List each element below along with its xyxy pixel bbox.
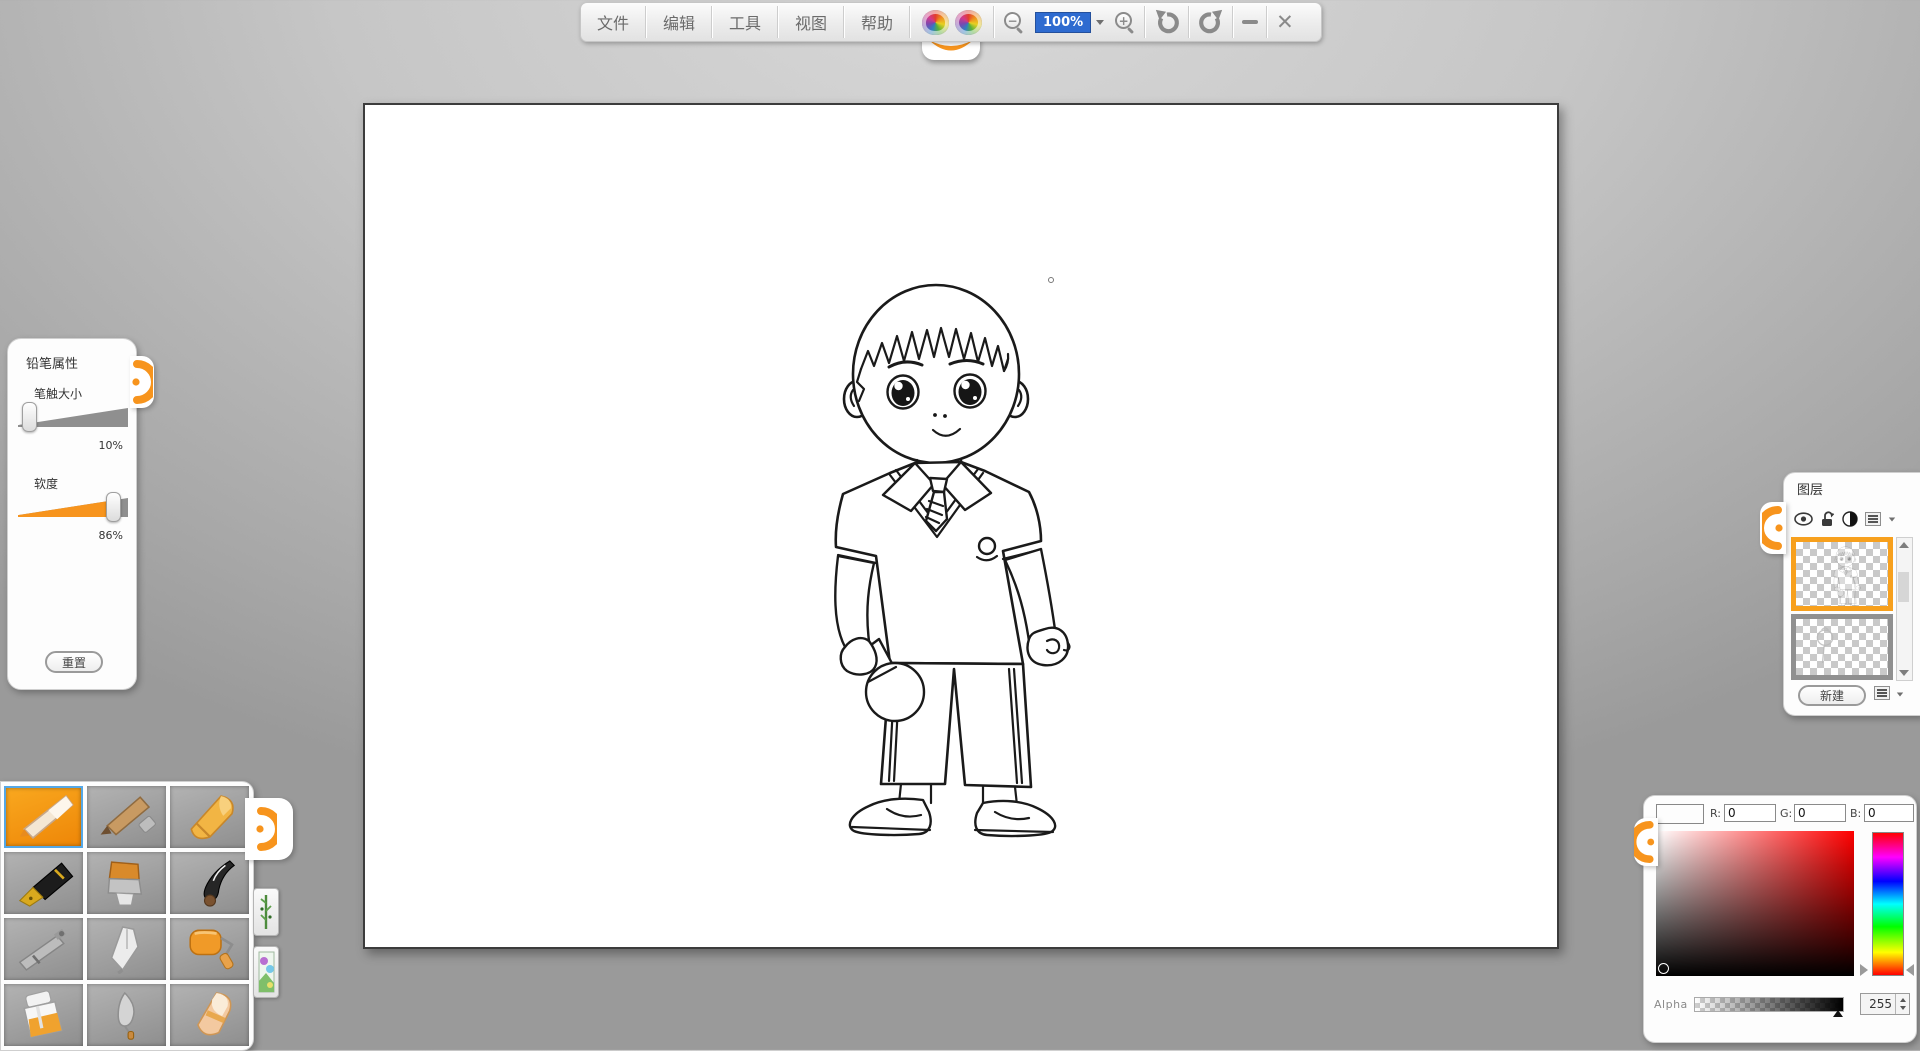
tool-pencil[interactable] bbox=[4, 786, 83, 848]
brush-size-label: 笔触大小 bbox=[34, 385, 82, 402]
layers-panel: 图层 新建 bbox=[1783, 472, 1920, 716]
pencil-properties-panel: 铅笔属性 笔触大小 10% 软度 86% 重置 bbox=[7, 338, 137, 690]
minimize-button[interactable] bbox=[1234, 3, 1266, 41]
undo-icon bbox=[1154, 9, 1180, 35]
picture-stamp-tab[interactable] bbox=[253, 946, 279, 998]
new-layer-button[interactable]: 新建 bbox=[1798, 685, 1866, 706]
layers-panel-handle[interactable] bbox=[1760, 502, 1786, 554]
scrollbar-thumb[interactable] bbox=[1898, 572, 1909, 602]
green-field[interactable] bbox=[1794, 804, 1846, 822]
zoom-dropdown-caret-icon[interactable] bbox=[1096, 20, 1104, 25]
zoom-out-icon: − bbox=[1003, 11, 1025, 33]
minimize-icon bbox=[1242, 20, 1258, 24]
layer-item[interactable] bbox=[1791, 614, 1893, 680]
alpha-marker-icon[interactable] bbox=[1833, 1010, 1843, 1017]
layer-menu-icon[interactable] bbox=[1874, 686, 1890, 700]
rainbow-gallery-icon[interactable] bbox=[955, 10, 982, 35]
rainbow-tools-icon[interactable] bbox=[922, 10, 949, 35]
brush-size-slider-thumb[interactable] bbox=[22, 402, 37, 432]
tool-palette-panel bbox=[0, 781, 254, 1051]
menu-view[interactable]: 视图 bbox=[779, 3, 843, 41]
orange-ear-icon bbox=[131, 360, 153, 404]
layer-item-selected[interactable] bbox=[1791, 537, 1893, 611]
tool-flat-brush[interactable] bbox=[87, 852, 166, 914]
scroll-up-icon[interactable] bbox=[1899, 542, 1909, 548]
layers-panel-title: 图层 bbox=[1797, 479, 1823, 498]
zoom-in-icon: + bbox=[1114, 11, 1136, 33]
zoom-in-button[interactable]: + bbox=[1106, 3, 1144, 41]
hue-marker-left-icon[interactable] bbox=[1860, 964, 1868, 976]
bamboo-brush-tab[interactable] bbox=[253, 888, 279, 936]
redo-icon bbox=[1198, 9, 1224, 35]
tool-dropper[interactable] bbox=[87, 984, 166, 1046]
tool-eraser[interactable] bbox=[170, 984, 249, 1046]
picture-stamp-icon bbox=[258, 951, 275, 993]
blue-field[interactable] bbox=[1864, 804, 1914, 822]
alpha-spinbox[interactable]: 255 bbox=[1860, 993, 1910, 1015]
drawing-canvas[interactable] bbox=[363, 103, 1559, 949]
tool-crayon[interactable] bbox=[170, 786, 249, 848]
boy-line-drawing bbox=[833, 279, 1085, 841]
softness-slider[interactable] bbox=[18, 495, 128, 519]
orange-ear-icon bbox=[1634, 821, 1656, 863]
current-color-swatch[interactable] bbox=[1656, 804, 1704, 824]
dropdown-caret-icon[interactable] bbox=[1897, 693, 1903, 697]
menu-edit[interactable]: 编辑 bbox=[647, 3, 711, 41]
pencil-panel-handle[interactable] bbox=[130, 356, 154, 408]
tool-palette-knife[interactable] bbox=[87, 918, 166, 980]
tool-airbrush[interactable] bbox=[4, 918, 83, 980]
spin-down-icon[interactable] bbox=[1900, 1006, 1906, 1010]
layers-scrollbar[interactable] bbox=[1896, 537, 1913, 681]
tool-ink-brush[interactable] bbox=[170, 852, 249, 914]
alpha-slider[interactable] bbox=[1694, 997, 1844, 1012]
tool-paint-roller[interactable] bbox=[170, 918, 249, 980]
spin-up-icon[interactable] bbox=[1900, 998, 1906, 1002]
brush-size-slider[interactable] bbox=[18, 405, 128, 429]
menu-file[interactable]: 文件 bbox=[581, 3, 645, 41]
dropdown-caret-icon[interactable] bbox=[1889, 517, 1895, 521]
brush-size-value: 10% bbox=[83, 439, 123, 452]
undo-button[interactable] bbox=[1146, 3, 1188, 41]
pencil-panel-title: 铅笔属性 bbox=[26, 353, 78, 372]
close-button[interactable]: ✕ bbox=[1268, 3, 1302, 41]
menu-tools[interactable]: 工具 bbox=[713, 3, 777, 41]
reset-button[interactable]: 重置 bbox=[45, 651, 103, 673]
sv-selection-marker bbox=[1658, 963, 1669, 974]
softness-label: 软度 bbox=[34, 475, 58, 492]
red-label: R: bbox=[1710, 807, 1721, 820]
main-toolbar: 文件 编辑 工具 视图 帮助 − 100% + ✕ bbox=[580, 2, 1322, 42]
stray-mark bbox=[1048, 277, 1054, 283]
close-icon: ✕ bbox=[1276, 12, 1294, 33]
zoom-out-button[interactable]: − bbox=[995, 3, 1033, 41]
visibility-eye-icon[interactable] bbox=[1794, 512, 1813, 526]
zoom-level-field[interactable]: 100% bbox=[1035, 12, 1091, 33]
unlock-icon[interactable] bbox=[1820, 511, 1835, 527]
menu-help[interactable]: 帮助 bbox=[845, 3, 909, 41]
opacity-halfcircle-icon[interactable] bbox=[1842, 511, 1858, 527]
hue-slider[interactable] bbox=[1872, 832, 1904, 976]
tool-grid bbox=[4, 786, 249, 1046]
color-panel-handle[interactable] bbox=[1634, 818, 1658, 866]
hue-marker-right-icon[interactable] bbox=[1906, 964, 1914, 976]
red-field[interactable] bbox=[1724, 804, 1776, 822]
alpha-label: Alpha bbox=[1654, 998, 1688, 1011]
orange-ear-icon bbox=[1762, 506, 1784, 550]
tool-palette-handle[interactable] bbox=[245, 798, 293, 860]
green-label: G: bbox=[1780, 807, 1792, 820]
blue-label: B: bbox=[1850, 807, 1861, 820]
bamboo-icon bbox=[258, 893, 274, 931]
scroll-down-icon[interactable] bbox=[1899, 670, 1909, 676]
alpha-value: 255 bbox=[1861, 997, 1895, 1011]
saturation-value-field[interactable] bbox=[1656, 831, 1854, 976]
tool-paint-bottle[interactable] bbox=[4, 984, 83, 1046]
orange-ear-icon bbox=[255, 807, 277, 851]
tool-fountain-pen[interactable] bbox=[4, 852, 83, 914]
softness-slider-thumb[interactable] bbox=[106, 492, 121, 522]
tool-wood-pencil[interactable] bbox=[87, 786, 166, 848]
redo-button[interactable] bbox=[1190, 3, 1232, 41]
color-picker-panel: R: G: B: Alpha 255 bbox=[1643, 795, 1917, 1043]
layer-list-icon[interactable] bbox=[1865, 512, 1881, 526]
softness-value: 86% bbox=[83, 529, 123, 542]
